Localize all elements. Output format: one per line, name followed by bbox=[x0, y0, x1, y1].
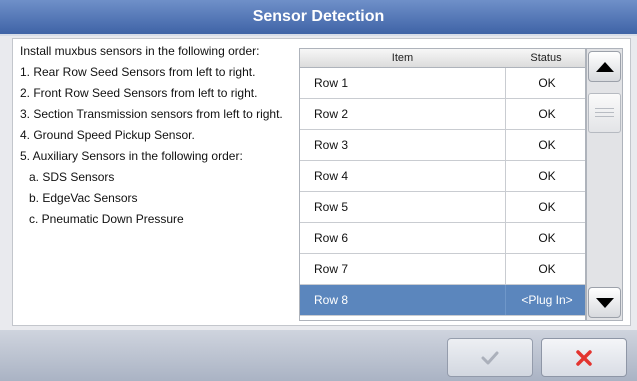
instruction-step: 2. Front Row Seed Sensors from left to r… bbox=[20, 86, 258, 100]
instruction-step: 4. Ground Speed Pickup Sensor. bbox=[20, 128, 195, 142]
accept-button[interactable] bbox=[447, 338, 533, 377]
column-header-status: Status bbox=[530, 52, 562, 64]
instruction-step: 1. Rear Row Seed Sensors from left to ri… bbox=[20, 65, 256, 79]
table-row[interactable]: Row 7 OK bbox=[300, 254, 585, 285]
sensor-table: Item Status Row 1 OK Row 2 OK Row 3 OK R… bbox=[299, 48, 586, 321]
scroll-up-button[interactable] bbox=[588, 51, 621, 82]
scroll-down-button[interactable] bbox=[588, 287, 621, 318]
arrow-down-icon bbox=[595, 297, 614, 308]
table-row[interactable]: Row 1 OK bbox=[300, 68, 585, 99]
table-header: Item Status bbox=[300, 49, 585, 68]
table-row-selected[interactable]: Row 8 <Plug In> bbox=[300, 285, 585, 316]
table-row[interactable]: Row 5 OK bbox=[300, 192, 585, 223]
thumb-grip bbox=[595, 112, 614, 113]
row-status: OK bbox=[505, 254, 585, 284]
instruction-step: 3. Section Transmission sensors from lef… bbox=[20, 107, 283, 121]
thumb-grip bbox=[595, 116, 614, 117]
row-status: OK bbox=[505, 223, 585, 253]
instructions-panel: Install muxbus sensors in the following … bbox=[20, 44, 292, 233]
checkmark-icon bbox=[481, 351, 499, 364]
instruction-substep: b. EdgeVac Sensors bbox=[29, 191, 138, 205]
row-item: Row 6 bbox=[314, 231, 349, 245]
table-row[interactable]: Row 3 OK bbox=[300, 130, 585, 161]
row-item: Row 2 bbox=[314, 107, 349, 121]
sensor-detection-dialog: Sensor Detection Install muxbus sensors … bbox=[0, 0, 637, 381]
table-row[interactable]: Row 6 OK bbox=[300, 223, 585, 254]
row-item: Row 7 bbox=[314, 262, 349, 276]
instructions-heading: Install muxbus sensors in the following … bbox=[20, 44, 260, 58]
row-item: Row 5 bbox=[314, 200, 349, 214]
instruction-substep: c. Pneumatic Down Pressure bbox=[29, 212, 184, 226]
instruction-step: 5. Auxiliary Sensors in the following or… bbox=[20, 149, 243, 163]
row-status: OK bbox=[505, 99, 585, 129]
row-status: OK bbox=[505, 68, 585, 98]
row-status: OK bbox=[505, 192, 585, 222]
row-item: Row 8 bbox=[314, 293, 349, 307]
thumb-grip bbox=[595, 108, 614, 109]
dialog-title: Sensor Detection bbox=[0, 0, 637, 36]
table-row[interactable]: Row 4 OK bbox=[300, 161, 585, 192]
row-status: OK bbox=[505, 130, 585, 160]
table-row[interactable]: Row 2 OK bbox=[300, 99, 585, 130]
row-item: Row 1 bbox=[314, 76, 349, 90]
row-item: Row 3 bbox=[314, 138, 349, 152]
table-scrollbar[interactable] bbox=[586, 48, 623, 321]
cancel-button[interactable] bbox=[541, 338, 627, 377]
x-icon bbox=[576, 349, 592, 366]
row-item: Row 4 bbox=[314, 169, 349, 183]
column-header-item: Item bbox=[391, 52, 414, 64]
row-status: <Plug In> bbox=[505, 285, 585, 315]
scrollbar-thumb[interactable] bbox=[588, 93, 621, 133]
instruction-substep: a. SDS Sensors bbox=[29, 170, 115, 184]
row-status: OK bbox=[505, 161, 585, 191]
arrow-up-icon bbox=[595, 61, 614, 72]
